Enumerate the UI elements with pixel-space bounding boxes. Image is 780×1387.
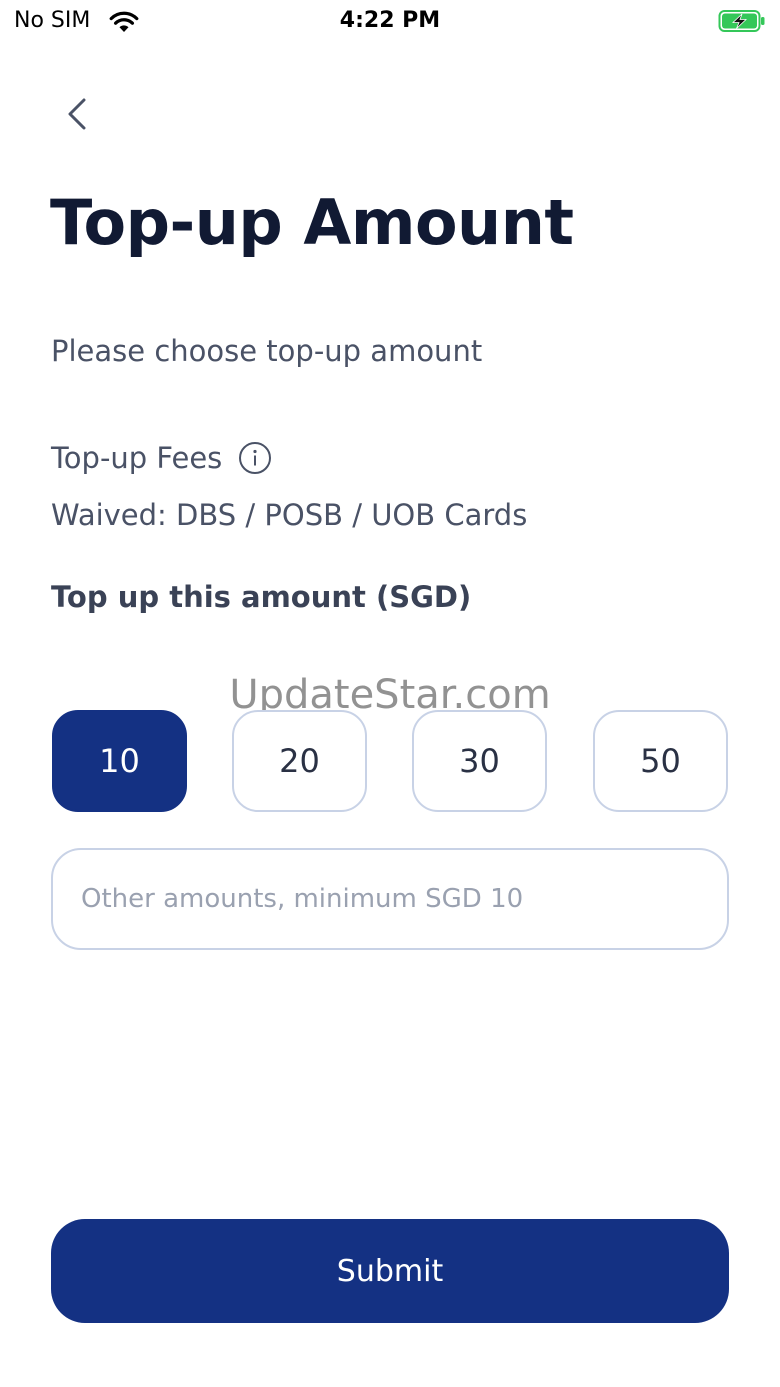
battery-charging-icon (718, 10, 765, 32)
waived-cards-text: Waived: DBS / POSB / UOB Cards (51, 498, 528, 532)
back-button[interactable] (52, 88, 100, 140)
amount-option-50[interactable]: 50 (593, 710, 728, 812)
other-amount-input[interactable] (51, 848, 729, 950)
amount-option-30[interactable]: 30 (412, 710, 547, 812)
amount-section-label: Top up this amount (SGD) (51, 580, 472, 614)
amount-option-10[interactable]: 10 (52, 710, 187, 812)
subtitle: Please choose top-up amount (51, 334, 483, 368)
chevron-left-icon (68, 98, 86, 130)
info-icon[interactable] (238, 441, 272, 475)
status-time: 4:22 PM (339, 8, 441, 33)
submit-button[interactable]: Submit (51, 1219, 729, 1323)
top-up-fees-row: Top-up Fees (51, 438, 272, 478)
top-up-fees-label: Top-up Fees (51, 441, 223, 475)
amount-option-20[interactable]: 20 (232, 710, 367, 812)
page-title: Top-up Amount (50, 186, 574, 259)
status-bar: No SIM 4:22 PM (0, 0, 780, 44)
